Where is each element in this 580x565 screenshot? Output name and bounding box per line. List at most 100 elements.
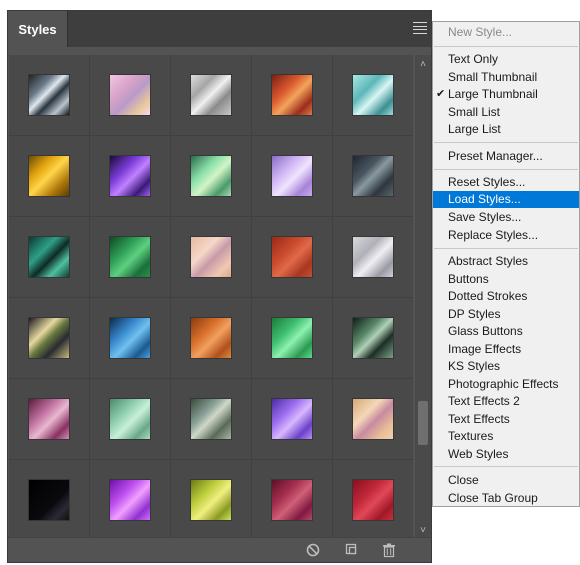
style-swatch[interactable]	[29, 318, 69, 358]
style-thumbnail-cell[interactable]	[252, 217, 332, 297]
tab-styles[interactable]: Styles	[8, 11, 68, 47]
style-thumbnail-cell[interactable]	[252, 379, 332, 459]
scroll-up-icon[interactable]: ˄	[415, 57, 431, 71]
style-swatch[interactable]	[191, 237, 231, 277]
style-thumbnail-cell[interactable]	[9, 298, 89, 378]
menu-library-item[interactable]: Abstract Styles	[433, 253, 579, 270]
scroll-thumb[interactable]	[418, 401, 428, 445]
style-swatch[interactable]	[353, 399, 393, 439]
style-thumbnail-cell[interactable]	[90, 298, 170, 378]
menu-small-list[interactable]: Small List	[433, 104, 579, 121]
style-swatch[interactable]	[272, 399, 312, 439]
style-swatch[interactable]	[272, 156, 312, 196]
style-swatch[interactable]	[353, 480, 393, 520]
menu-close[interactable]: Close	[433, 472, 579, 489]
menu-library-item[interactable]: KS Styles	[433, 358, 579, 375]
menu-library-item[interactable]: Text Effects	[433, 411, 579, 428]
style-thumbnail-cell[interactable]	[252, 55, 332, 135]
menu-library-item[interactable]: DP Styles	[433, 306, 579, 323]
style-thumbnail-cell[interactable]	[333, 298, 413, 378]
menu-library-item[interactable]: Glass Buttons	[433, 323, 579, 340]
style-swatch[interactable]	[272, 237, 312, 277]
panel-header: Styles	[8, 11, 431, 47]
menu-replace-styles[interactable]: Replace Styles...	[433, 227, 579, 244]
scroll-down-icon[interactable]: ˅	[415, 523, 431, 537]
style-swatch[interactable]	[272, 318, 312, 358]
style-thumbnail-cell[interactable]	[171, 460, 251, 539]
style-swatch[interactable]	[110, 156, 150, 196]
clear-style-icon[interactable]	[305, 542, 321, 558]
style-swatch[interactable]	[110, 318, 150, 358]
style-thumbnail-cell[interactable]	[171, 55, 251, 135]
style-thumbnail-cell[interactable]	[252, 298, 332, 378]
menu-library-item[interactable]: Text Effects 2	[433, 393, 579, 410]
style-thumbnail-cell[interactable]	[252, 460, 332, 539]
menu-text-only[interactable]: Text Only	[433, 51, 579, 68]
style-swatch[interactable]	[272, 75, 312, 115]
styles-panel: Styles ˄ ˅	[7, 10, 432, 563]
style-swatch[interactable]	[191, 399, 231, 439]
menu-library-item[interactable]: Photographic Effects	[433, 376, 579, 393]
menu-library-item[interactable]: Dotted Strokes	[433, 288, 579, 305]
menu-close-tab-group[interactable]: Close Tab Group	[433, 490, 579, 507]
menu-preset-manager[interactable]: Preset Manager...	[433, 148, 579, 165]
style-swatch[interactable]	[110, 237, 150, 277]
menu-large-list[interactable]: Large List	[433, 121, 579, 138]
style-thumbnail-cell[interactable]	[171, 136, 251, 216]
scrollbar[interactable]: ˄ ˅	[415, 55, 431, 539]
menu-library-item[interactable]: Image Effects	[433, 341, 579, 358]
menu-library-item[interactable]: Buttons	[433, 271, 579, 288]
panel-menu-icon[interactable]	[413, 21, 427, 35]
style-thumbnail-cell[interactable]	[90, 55, 170, 135]
menu-separator	[434, 466, 578, 467]
trash-icon[interactable]	[381, 542, 397, 558]
style-swatch[interactable]	[29, 75, 69, 115]
style-thumbnail-cell[interactable]	[90, 460, 170, 539]
menu-separator	[434, 142, 578, 143]
new-style-icon[interactable]	[344, 542, 360, 558]
menu-small-thumbnail[interactable]: Small Thumbnail	[433, 69, 579, 86]
style-thumbnail-cell[interactable]	[9, 379, 89, 459]
style-swatch[interactable]	[191, 75, 231, 115]
style-swatch[interactable]	[353, 75, 393, 115]
style-thumbnail-cell[interactable]	[333, 460, 413, 539]
style-thumbnail-cell[interactable]	[333, 217, 413, 297]
style-thumbnail-cell[interactable]	[171, 217, 251, 297]
style-swatch[interactable]	[353, 156, 393, 196]
menu-separator	[434, 46, 578, 47]
panel-flyout-menu: New Style... Text Only Small Thumbnail ✔…	[432, 21, 580, 507]
style-swatch[interactable]	[110, 480, 150, 520]
style-thumbnail-cell[interactable]	[333, 379, 413, 459]
style-swatch[interactable]	[353, 237, 393, 277]
menu-large-thumbnail[interactable]: ✔ Large Thumbnail	[433, 86, 579, 103]
style-thumbnail-cell[interactable]	[90, 217, 170, 297]
style-thumbnail-cell[interactable]	[90, 136, 170, 216]
menu-save-styles[interactable]: Save Styles...	[433, 209, 579, 226]
style-swatch[interactable]	[110, 399, 150, 439]
style-thumbnail-cell[interactable]	[9, 217, 89, 297]
style-thumbnail-cell[interactable]	[9, 55, 89, 135]
menu-library-item[interactable]: Web Styles	[433, 446, 579, 463]
menu-library-item[interactable]: Textures	[433, 428, 579, 445]
style-thumbnail-cell[interactable]	[9, 136, 89, 216]
style-thumbnail-cell[interactable]	[252, 136, 332, 216]
menu-load-styles[interactable]: Load Styles...	[433, 191, 579, 208]
style-swatch[interactable]	[272, 480, 312, 520]
style-swatch[interactable]	[29, 156, 69, 196]
style-thumbnail-cell[interactable]	[171, 379, 251, 459]
style-thumbnail-cell[interactable]	[9, 460, 89, 539]
style-thumbnail-cell[interactable]	[90, 379, 170, 459]
style-thumbnail-cell[interactable]	[333, 136, 413, 216]
style-swatch[interactable]	[191, 156, 231, 196]
style-swatch[interactable]	[353, 318, 393, 358]
menu-new-style: New Style...	[448, 25, 513, 39]
style-swatch[interactable]	[110, 75, 150, 115]
style-swatch[interactable]	[191, 480, 231, 520]
style-swatch[interactable]	[29, 399, 69, 439]
style-thumbnail-cell[interactable]	[333, 55, 413, 135]
style-swatch[interactable]	[191, 318, 231, 358]
style-thumbnail-cell[interactable]	[171, 298, 251, 378]
style-swatch[interactable]	[29, 237, 69, 277]
menu-reset-styles[interactable]: Reset Styles...	[433, 174, 579, 191]
style-swatch[interactable]	[29, 480, 69, 520]
